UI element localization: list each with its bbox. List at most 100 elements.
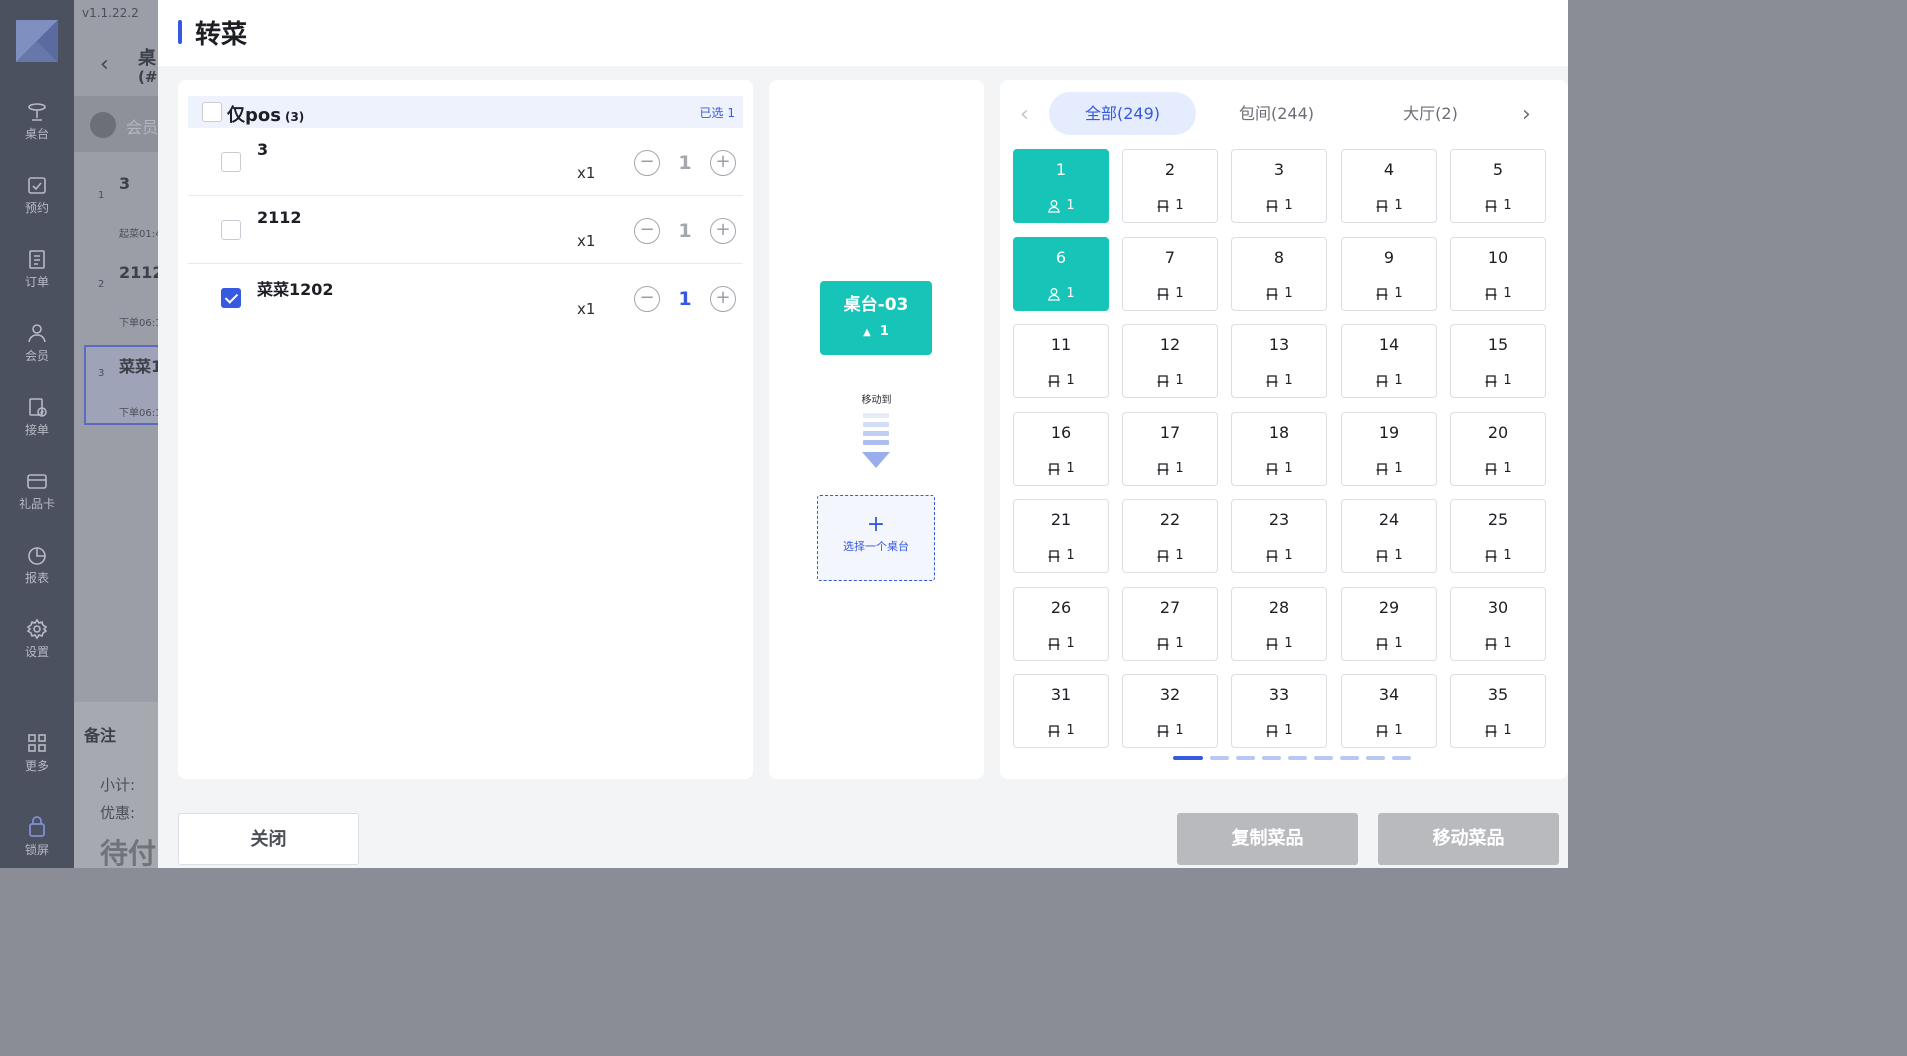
dish-checkbox[interactable] bbox=[221, 220, 241, 240]
table-cell[interactable]: 23 1 bbox=[1231, 499, 1327, 573]
table-cell[interactable]: 81 bbox=[1231, 237, 1327, 311]
back-icon[interactable]: ‹ bbox=[100, 52, 109, 77]
sidebar-item-settings[interactable]: 设置 bbox=[0, 618, 74, 660]
table-cell[interactable]: 16 1 bbox=[1013, 412, 1109, 486]
table-cell[interactable]: 32 1 bbox=[1122, 674, 1218, 748]
sidebar-item-order[interactable]: 订单 bbox=[0, 248, 74, 290]
sidebar-item-receive-order[interactable]: 接单 bbox=[0, 396, 74, 438]
prev-tab-icon[interactable]: ‹ bbox=[1020, 102, 1029, 127]
page-dot[interactable] bbox=[1262, 756, 1281, 760]
move-dish-button[interactable]: 移动菜品 bbox=[1378, 813, 1559, 865]
sidebar-item-lock[interactable]: 锁屏 bbox=[0, 814, 74, 858]
table-cell[interactable]: 18 1 bbox=[1231, 412, 1327, 486]
table-cell[interactable]: 17 1 bbox=[1122, 412, 1218, 486]
table-cell[interactable]: 71 bbox=[1122, 237, 1218, 311]
table-seat-count: 1 bbox=[1066, 198, 1075, 213]
table-cell[interactable]: 19 1 bbox=[1341, 412, 1437, 486]
close-button[interactable]: 关闭 bbox=[178, 813, 359, 865]
sidebar-item-table[interactable]: 桌台 bbox=[0, 100, 74, 142]
table-cell[interactable]: 13 1 bbox=[1231, 324, 1327, 398]
table-cell[interactable]: 28 1 bbox=[1231, 587, 1327, 661]
seat-icon bbox=[1265, 724, 1279, 738]
table-cell[interactable]: 33 1 bbox=[1231, 674, 1327, 748]
dish-row: 菜菜1202 x1 − 1 + bbox=[188, 264, 743, 332]
tab-hall[interactable]: 大厅(2) bbox=[1357, 92, 1504, 135]
seat-icon bbox=[1484, 462, 1498, 476]
decrease-button[interactable]: − bbox=[634, 150, 660, 176]
decrease-button[interactable]: − bbox=[634, 286, 660, 312]
table-cell[interactable]: 25 1 bbox=[1450, 499, 1546, 573]
table-cell[interactable]: 29 1 bbox=[1341, 587, 1437, 661]
copy-dish-button[interactable]: 复制菜品 bbox=[1177, 813, 1358, 865]
gift-card-icon bbox=[27, 474, 47, 489]
table-cell[interactable]: 12 1 bbox=[1122, 324, 1218, 398]
seat-icon bbox=[1156, 199, 1170, 213]
table-seat-count: 1 bbox=[1066, 548, 1075, 563]
table-cell[interactable]: 51 bbox=[1450, 149, 1546, 223]
bg-member-search[interactable]: 会员 bbox=[74, 96, 164, 152]
sidebar-item-booking[interactable]: 预约 bbox=[0, 174, 74, 216]
sidebar-item-gift-card[interactable]: 礼品卡 bbox=[0, 470, 74, 512]
table-cell[interactable]: 11 bbox=[1013, 149, 1109, 223]
table-cell[interactable]: 21 bbox=[1122, 149, 1218, 223]
table-cell[interactable]: 14 1 bbox=[1341, 324, 1437, 398]
seat-icon bbox=[1265, 549, 1279, 563]
table-cell[interactable]: 31 1 bbox=[1013, 674, 1109, 748]
page-dot[interactable] bbox=[1173, 756, 1203, 760]
table-cell[interactable]: 41 bbox=[1341, 149, 1437, 223]
seat-icon bbox=[1047, 462, 1061, 476]
table-cell[interactable]: 35 1 bbox=[1450, 674, 1546, 748]
table-cell[interactable]: 10 1 bbox=[1450, 237, 1546, 311]
table-seats: 1 bbox=[1451, 373, 1545, 388]
table-seat-count: 1 bbox=[1284, 461, 1293, 476]
table-cell[interactable]: 20 1 bbox=[1450, 412, 1546, 486]
table-number: 31 bbox=[1050, 685, 1072, 704]
dish-checkbox[interactable] bbox=[221, 152, 241, 172]
table-seats: 1 bbox=[1123, 198, 1217, 213]
table-cell[interactable]: 34 1 bbox=[1341, 674, 1437, 748]
table-cell[interactable]: 21 1 bbox=[1013, 499, 1109, 573]
page-dot[interactable] bbox=[1314, 756, 1333, 760]
tab-all[interactable]: 全部(249) bbox=[1049, 92, 1196, 135]
increase-button[interactable]: + bbox=[710, 286, 736, 312]
page-dot[interactable] bbox=[1392, 756, 1411, 760]
page-dot[interactable] bbox=[1340, 756, 1359, 760]
table-seat-count: 1 bbox=[1503, 636, 1512, 651]
increase-button[interactable]: + bbox=[710, 150, 736, 176]
title-accent-bar bbox=[178, 20, 182, 44]
seat-icon bbox=[1484, 287, 1498, 301]
sidebar-item-more[interactable]: 更多 bbox=[0, 732, 74, 774]
page-dot[interactable] bbox=[1236, 756, 1255, 760]
increase-button[interactable]: + bbox=[710, 218, 736, 244]
table-cell[interactable]: 24 1 bbox=[1341, 499, 1437, 573]
table-number: 17 bbox=[1159, 423, 1181, 442]
select-destination-table-button[interactable]: + 选择一个桌台 bbox=[817, 495, 935, 581]
table-seats: 1 bbox=[1014, 461, 1108, 476]
page-dot[interactable] bbox=[1210, 756, 1229, 760]
table-cell[interactable]: 22 1 bbox=[1122, 499, 1218, 573]
table-cell[interactable]: 26 1 bbox=[1013, 587, 1109, 661]
tab-private-room[interactable]: 包间(244) bbox=[1203, 92, 1350, 135]
table-cell[interactable]: 91 bbox=[1341, 237, 1437, 311]
sidebar-item-label: 订单 bbox=[24, 275, 49, 289]
sidebar-item-label: 接单 bbox=[24, 423, 49, 437]
table-seats: 1 bbox=[1014, 548, 1108, 563]
decrease-button[interactable]: − bbox=[634, 218, 660, 244]
dish-checkbox[interactable] bbox=[221, 288, 241, 308]
table-number: 25 bbox=[1487, 510, 1509, 529]
table-cell[interactable]: 31 bbox=[1231, 149, 1327, 223]
sidebar-item-member[interactable]: 会员 bbox=[0, 322, 74, 364]
table-cell[interactable]: 27 1 bbox=[1122, 587, 1218, 661]
sidebar-item-report[interactable]: 报表 bbox=[0, 544, 74, 586]
table-cell[interactable]: 30 1 bbox=[1450, 587, 1546, 661]
group-select-all-checkbox[interactable] bbox=[202, 102, 222, 122]
table-cell[interactable]: 61 bbox=[1013, 237, 1109, 311]
table-seats: 1 bbox=[1014, 636, 1108, 651]
page-dot[interactable] bbox=[1288, 756, 1307, 760]
table-cell[interactable]: 15 1 bbox=[1450, 324, 1546, 398]
page-dot[interactable] bbox=[1366, 756, 1385, 760]
table-cell[interactable]: 11 1 bbox=[1013, 324, 1109, 398]
dish-quantity: x1 bbox=[577, 300, 596, 318]
bg-item-time: 下单06:1 bbox=[119, 318, 162, 329]
next-tab-icon[interactable]: › bbox=[1522, 102, 1531, 127]
